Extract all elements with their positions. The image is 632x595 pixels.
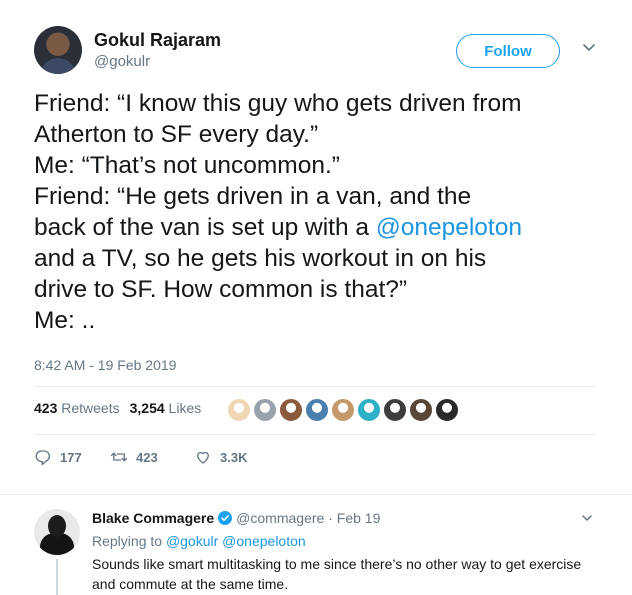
like-icon bbox=[197, 451, 209, 464]
liker-avatar[interactable] bbox=[252, 397, 278, 423]
liker-avatar[interactable] bbox=[434, 397, 460, 423]
liker-avatar[interactable] bbox=[356, 397, 382, 423]
reply-header: Blake Commagere @commagere · Feb 19 bbox=[92, 510, 380, 526]
author-name[interactable]: Gokul Rajaram bbox=[94, 30, 221, 51]
reply-text: Sounds like smart multitasking to me sin… bbox=[92, 554, 612, 594]
reply-icon bbox=[35, 450, 50, 466]
tweet-text: Friend: “I know this guy who gets driven… bbox=[34, 88, 614, 336]
verified-icon bbox=[218, 511, 233, 525]
retweet-count: 423 bbox=[136, 449, 158, 465]
retweet-icon bbox=[110, 452, 128, 462]
tweet-text-segment: back of the van is set up with a bbox=[34, 214, 376, 241]
thread-line bbox=[56, 559, 58, 595]
tweet-line: Friend: “He gets driven in a van, and th… bbox=[34, 183, 472, 210]
tweet-line: Friend: “I know this guy who gets driven… bbox=[34, 90, 522, 117]
tweet-line: back of the van is set up with a @onepel… bbox=[34, 212, 614, 243]
chevron-down-icon[interactable] bbox=[582, 40, 596, 54]
separator-dot: · bbox=[328, 510, 333, 526]
liker-avatar[interactable] bbox=[382, 397, 408, 423]
divider bbox=[34, 434, 596, 435]
mention-link[interactable]: @onepeloton bbox=[376, 214, 522, 241]
retweets-count: 423 bbox=[34, 400, 58, 416]
tweet-line: Me: .. bbox=[34, 307, 96, 334]
likes-label: Likes bbox=[168, 400, 202, 416]
liker-avatar[interactable] bbox=[304, 397, 330, 423]
reply-line: and commute at the same time. bbox=[92, 576, 289, 592]
main-tweet: Gokul Rajaram @gokulr Follow Friend: “I … bbox=[0, 0, 632, 495]
retweets-stat[interactable]: 423 Retweets bbox=[34, 400, 120, 416]
tweet-header: Gokul Rajaram @gokulr Follow bbox=[34, 26, 604, 76]
tweet-timestamp[interactable]: 8:42 AM - 19 Feb 2019 bbox=[34, 357, 176, 373]
reply-avatar[interactable] bbox=[34, 509, 80, 555]
tweet-line: Me: “That’s not uncommon.” bbox=[34, 152, 340, 179]
reply-action[interactable]: 177 bbox=[34, 448, 82, 466]
like-action[interactable]: 3.3K bbox=[194, 448, 247, 466]
liker-avatar[interactable] bbox=[278, 397, 304, 423]
replying-to-label: Replying to bbox=[92, 533, 163, 549]
tweet-line: drive to SF. How common is that?” bbox=[34, 276, 408, 303]
retweet-action[interactable]: 423 bbox=[110, 448, 158, 466]
chevron-down-icon[interactable] bbox=[581, 512, 593, 524]
tweet-line: Atherton to SF every day.” bbox=[34, 121, 319, 148]
avatar-shirt bbox=[40, 58, 76, 74]
liker-avatar[interactable] bbox=[226, 397, 252, 423]
author-handle[interactable]: @gokulr bbox=[94, 53, 150, 70]
tweet-line: and a TV, so he gets his workout in on h… bbox=[34, 245, 487, 272]
author-avatar[interactable] bbox=[34, 26, 82, 74]
tweet-stats: 423 Retweets 3,254 Likes bbox=[34, 400, 201, 416]
reply-tweet: Blake Commagere @commagere · Feb 19 Reply… bbox=[0, 495, 632, 595]
follow-button[interactable]: Follow bbox=[456, 34, 560, 68]
liker-avatar[interactable] bbox=[408, 397, 434, 423]
avatar-head bbox=[48, 515, 66, 537]
replying-to-users[interactable]: @gokulr @onepeloton bbox=[166, 533, 306, 549]
reply-author-handle[interactable]: @commagere bbox=[236, 510, 324, 526]
reply-author-name[interactable]: Blake Commagere bbox=[92, 510, 214, 526]
reply-count: 177 bbox=[60, 449, 82, 465]
replying-to: Replying to @gokulr @onepeloton bbox=[92, 533, 306, 549]
reply-date[interactable]: Feb 19 bbox=[337, 510, 381, 526]
liker-avatar[interactable] bbox=[330, 397, 356, 423]
reply-line: Sounds like smart multitasking to me sin… bbox=[92, 556, 582, 572]
retweets-label: Retweets bbox=[61, 400, 120, 416]
divider bbox=[34, 386, 596, 387]
likes-count: 3,254 bbox=[129, 400, 165, 416]
likes-stat[interactable]: 3,254 Likes bbox=[130, 400, 202, 416]
like-count: 3.3K bbox=[220, 449, 248, 465]
